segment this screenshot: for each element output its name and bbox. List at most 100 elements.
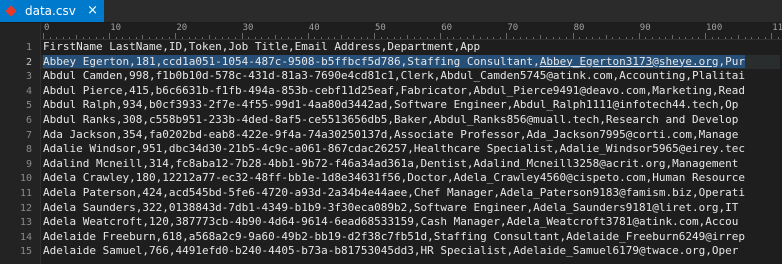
ruler-tick [618,37,620,39]
ruler-label: 70 [507,23,519,33]
ruler-tick [340,35,342,39]
ruler-tick [744,37,746,39]
ruler-tick [135,37,137,39]
ruler-label: 30 [242,23,254,33]
ruler-tick [559,37,561,39]
ruler-tick [268,37,270,39]
ruler-tick [115,37,117,39]
ruler-tick [632,37,634,39]
line-number: 2 [25,56,32,68]
ruler-tick [678,37,680,39]
ruler-tick [426,37,428,39]
ruler-tick [102,37,104,39]
ruler-tick [711,37,713,39]
ruler-tick [460,37,462,39]
ruler-tick [552,37,554,39]
line-text: Adela Crawley,180,12212a77-ec32-48ff-bb1… [43,171,745,185]
line-number-gutter: 1 2 3 4 5 6 7 8 9 10 11 12 13 14 15 [0,23,41,264]
editor-line[interactable]: Abdul Ralph,934,b0cf3933-2f7e-4f55-99d1-… [43,98,738,113]
ruler-tick [612,37,614,39]
ruler-tick [526,37,528,39]
ruler-tick [499,37,501,39]
ruler-tick [724,37,726,39]
line-text: Adalind Mcneill,314,fc8aba12-7b28-4bb1-9… [43,156,739,170]
editor-line[interactable]: Abbey Egerton,181,ccd1a051-1054-487c-950… [41,54,780,70]
editor-line[interactable]: Adalie Windsor,951,dbc34d30-21b5-4c9c-a0… [43,142,745,157]
ruler-tick [49,37,51,39]
ruler-tick [215,37,217,39]
text-editor[interactable]: FirstName LastName,ID,Token,Job Title,Em… [41,40,782,264]
line-number: 14 [19,231,32,243]
ruler-tick [592,37,594,39]
ruler-tick [155,37,157,39]
ruler-tick [777,37,779,39]
ruler-label: 80 [573,23,585,33]
ruler-tick [195,37,197,39]
close-icon[interactable]: × [87,3,98,19]
ruler-tick [466,37,468,39]
ruler-tick [69,37,71,39]
ruler-tick [201,37,203,39]
tab-data-csv[interactable]: data.csv × [0,0,104,22]
ruler-tick [757,37,759,39]
line-number: 15 [19,246,32,258]
editor-line[interactable]: Adela Crawley,180,12212a77-ec32-48ff-bb1… [43,171,745,186]
ruler-tick [671,35,673,39]
ruler-label: 0 [44,23,50,33]
editor-line[interactable]: FirstName LastName,ID,Token,Job Title,Em… [43,40,480,55]
ruler-tick [486,37,488,39]
line-text: Adelaide Samuel,766,4491efd0-b240-4405-b… [43,244,739,258]
line-text: Abdul Camden,998,f1b0b10d-578c-431d-81a3… [43,69,745,83]
editor-line[interactable]: Abdul Pierce,415,b6c6631b-f1fb-494a-853b… [43,84,745,99]
editor-line[interactable]: Adalind Mcneill,314,fc8aba12-7b28-4bb1-9… [43,157,738,172]
ruler-tick [254,37,256,39]
ruler-tick [360,37,362,39]
ruler-tick [314,37,316,39]
line-number: 5 [25,100,32,112]
ruler-tick [188,37,190,39]
editor-line[interactable]: Adela Saunders,322,0138843d-7db1-4349-b1… [43,201,738,216]
ruler-tick [129,37,131,39]
ruler-label: 40 [308,23,320,33]
ruler-tick [565,37,567,39]
line-number: 4 [25,85,32,97]
line-text: Abdul Ranks,308,c558b951-233b-4ded-8af5-… [43,113,739,126]
line-number: 13 [19,217,32,229]
ruler-tick [142,35,144,39]
ruler-tick [393,37,395,39]
line-text-selected: ,Pur [718,54,746,68]
editor-line[interactable]: Abdul Camden,998,f1b0b10d-578c-431d-81a3… [43,69,745,84]
ruler-tick [473,35,475,39]
ruler-tick [599,37,601,39]
ruler-tick [658,37,660,39]
ruler-tick [221,37,223,39]
ruler-tick [301,37,303,39]
line-text: Adela Weatcroft,120,387773cb-4b90-4d64-9… [43,215,739,229]
ruler-tick [532,37,534,39]
unsaved-indicator-icon [5,5,17,17]
ruler-tick [321,37,323,39]
ruler-tick [234,37,236,39]
ruler-label: 90 [639,23,651,33]
editor-line[interactable]: Adela Weatcroft,120,387773cb-4b90-4d64-9… [43,215,738,230]
email-link[interactable]: Abbey_Egerton3173@sheye.org [539,54,719,68]
ruler-label: 50 [375,23,386,33]
ruler-label: 60 [441,23,453,33]
editor-line[interactable]: Abdul Ranks,308,c558b951-233b-4ded-8af5-… [43,113,738,128]
ruler-label: 20 [176,23,188,33]
ruler-tick [698,37,700,39]
line-text-selected: Abbey Egerton,181,ccd1a051-1054-487c-950… [43,54,540,68]
editor-line[interactable]: Ada Jackson,354,fa0202bd-eab8-422e-9f4a-… [43,128,738,143]
ruler-tick [62,37,64,39]
editor-line[interactable]: Adelaide Freeburn,618,a568a2c9-9a60-49b2… [43,230,745,245]
ruler-tick [479,37,481,39]
ruler-tick [433,37,435,39]
editor-line[interactable]: Adela Paterson,424,acd545bd-5fe6-4720-a9… [43,186,745,201]
ruler-tick [546,37,548,39]
ruler-tick [168,37,170,39]
editor-line[interactable]: Adelaide Samuel,766,4491efd0-b240-4405-b… [43,244,738,259]
ruler-tick [380,37,382,39]
line-text: Adela Paterson,424,acd545bd-5fe6-4720-a9… [43,186,745,199]
ruler-label: 10 [110,23,122,33]
ruler-tick [162,37,164,39]
